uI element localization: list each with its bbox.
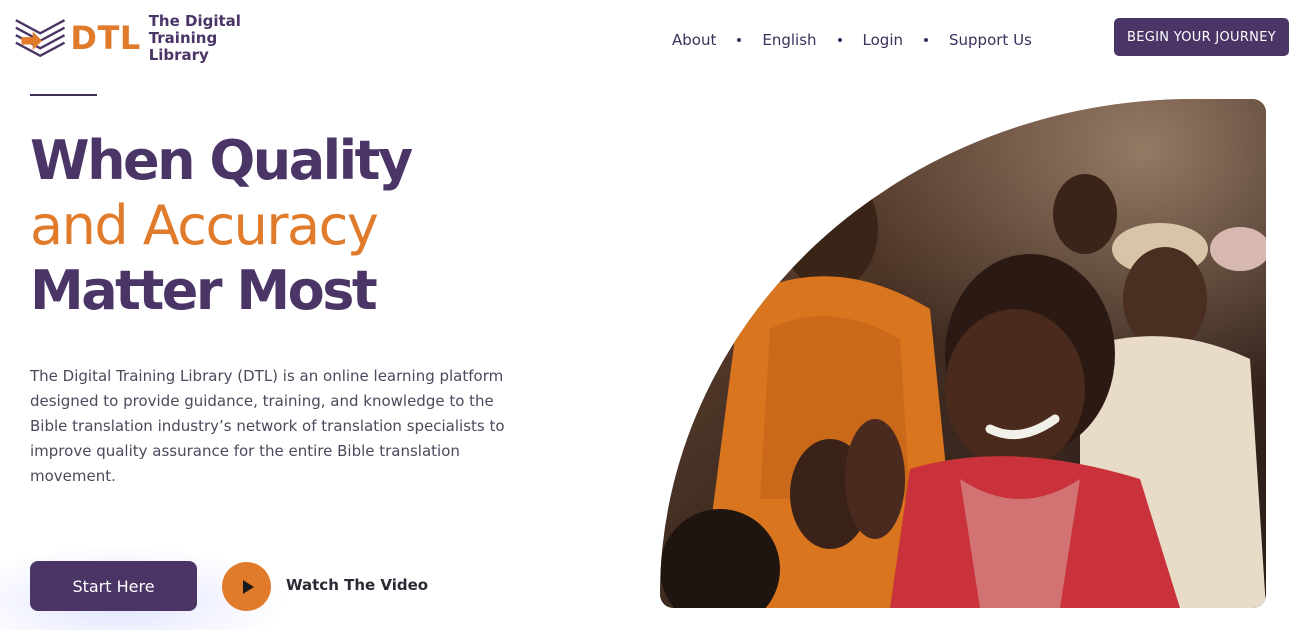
play-video-button[interactable] (222, 562, 271, 611)
nav-separator (737, 38, 742, 42)
begin-journey-button[interactable]: BEGIN YOUR JOURNEY (1114, 18, 1289, 56)
nav-link-login[interactable]: Login (863, 31, 903, 49)
logo-abbreviation: DTL (70, 19, 141, 57)
hero-headline: When Quality and Accuracy Matter Most (30, 128, 413, 323)
nav-link-language[interactable]: English (762, 31, 816, 49)
nav-separator (924, 38, 928, 42)
logo-name-line1: The Digital (148, 11, 241, 30)
hero-photo-illustration (660, 99, 1266, 608)
nav-link-about[interactable]: About (672, 31, 716, 49)
play-icon (242, 579, 254, 594)
logo-name-line2: Training Library (148, 28, 218, 64)
hero-description: The Digital Training Library (DTL) is an… (30, 367, 505, 485)
logo-wordmark: The Digital Training Library (148, 11, 274, 64)
nav-separator (837, 38, 842, 42)
headline-line-2: and Accuracy (30, 194, 379, 257)
hero-photo (660, 99, 1266, 608)
main-nav: About English Login Support Us (672, 28, 1032, 52)
headline-divider (30, 94, 97, 96)
book-arrow-logo-icon (15, 19, 66, 58)
headline-line-1: When Quality (30, 129, 413, 192)
nav-link-support-us[interactable]: Support Us (949, 31, 1032, 49)
watch-video-link[interactable]: Watch The Video (286, 576, 428, 594)
headline-line-3: Matter Most (30, 259, 378, 322)
site-logo[interactable]: DTL The Digital Training Library (14, 12, 274, 64)
start-here-button[interactable]: Start Here (30, 561, 197, 611)
